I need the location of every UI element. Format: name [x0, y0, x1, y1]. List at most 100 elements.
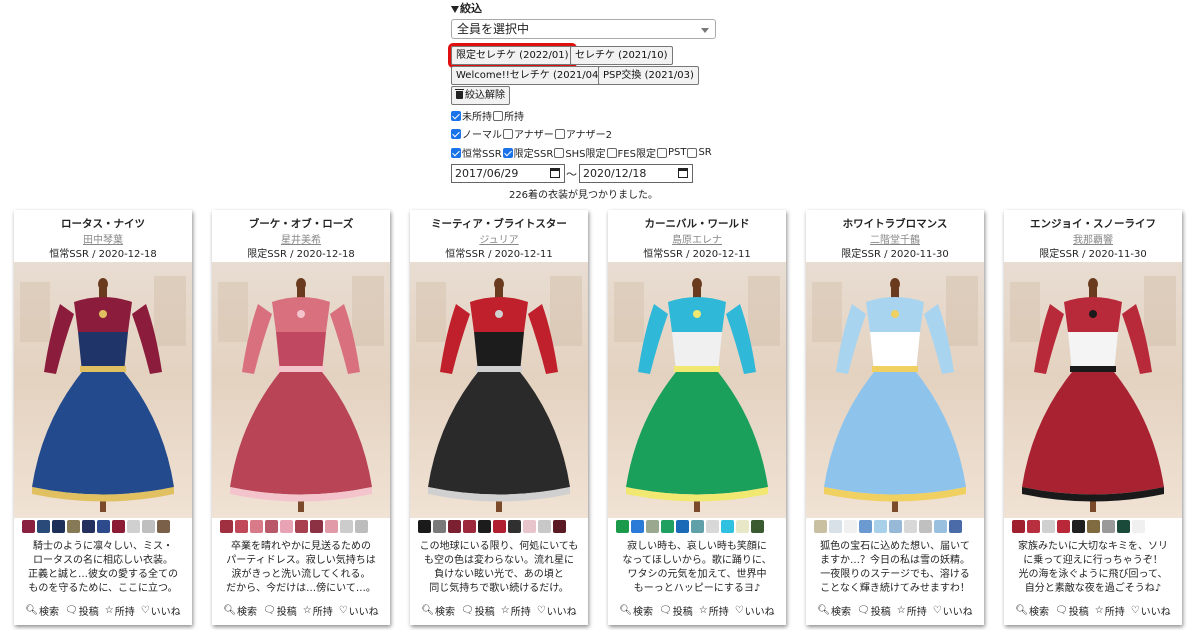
- post-button[interactable]: 🗨︎ 投稿: [1055, 603, 1089, 618]
- checkbox-unowned[interactable]: 未所持: [451, 108, 492, 123]
- rarity-date: 恒常SSR / 2020-12-11: [445, 249, 553, 260]
- rarity-date: 限定SSR / 2020-11-30: [1039, 249, 1147, 260]
- like-button[interactable]: ♡ いいね: [141, 603, 181, 618]
- like-button[interactable]: ♡ いいね: [339, 603, 379, 618]
- star-icon: ☆: [500, 605, 510, 616]
- post-button[interactable]: 🗨︎ 投稿: [857, 603, 891, 618]
- color-swatches: [220, 520, 370, 533]
- costume-image[interactable]: [410, 262, 588, 518]
- checkbox-owned[interactable]: 所持: [493, 108, 524, 123]
- color-swatch: [538, 520, 551, 533]
- search-button[interactable]: 🔍︎ 検索: [421, 603, 455, 618]
- like-button[interactable]: ♡ いいね: [537, 603, 577, 618]
- search-button[interactable]: 🔍︎ 検索: [1015, 603, 1049, 618]
- checkbox-regular-ssr[interactable]: 恒常SSR: [451, 145, 502, 160]
- checkbox-normal[interactable]: ノーマル: [451, 126, 502, 141]
- color-swatch: [859, 520, 872, 533]
- own-button[interactable]: ☆ 所持: [699, 603, 729, 618]
- checkbox-limited-ssr[interactable]: 限定SSR: [502, 145, 553, 160]
- costume-card[interactable]: ホワイトラブロマンス 二階堂千鶴 限定SSR / 2020-11-30 狐色の宝…: [806, 210, 984, 625]
- checkbox-another[interactable]: アナザー: [503, 126, 554, 141]
- checkbox-another2[interactable]: アナザー2: [554, 126, 612, 141]
- color-swatches: [814, 520, 964, 533]
- idol-name-link[interactable]: 星井美希: [212, 231, 390, 246]
- costume-card[interactable]: カーニバル・ワールド 島原エレナ 恒常SSR / 2020-12-11 寂しい時…: [608, 210, 786, 625]
- post-button[interactable]: 🗨︎ 投稿: [65, 603, 99, 618]
- color-swatches: [418, 520, 568, 533]
- idol-name-link[interactable]: 島原エレナ: [608, 231, 786, 246]
- post-button[interactable]: 🗨︎ 投稿: [263, 603, 297, 618]
- costume-image[interactable]: [806, 262, 984, 518]
- post-button[interactable]: 🗨︎ 投稿: [461, 603, 495, 618]
- costume-description-line: 狐色の宝石に込めた想い、届いて: [820, 541, 970, 552]
- costume-image[interactable]: [1004, 262, 1182, 518]
- costume-card[interactable]: ブーケ・オブ・ローズ 星井美希 限定SSR / 2020-12-18 卒業を晴れ…: [212, 210, 390, 625]
- costume-description-line: 騎士のように凛々しい、ミス・: [33, 541, 173, 552]
- color-swatch: [706, 520, 719, 533]
- card-actions: 🔍︎ 検索 🗨︎ 投稿 ☆ 所持 ♡ いいね: [608, 603, 786, 618]
- costume-name: ブーケ・オブ・ローズ: [248, 218, 354, 230]
- costume-description-line: 寂しい時も、哀しい時も笑顔に: [627, 541, 767, 552]
- color-swatch: [112, 520, 125, 533]
- costume-description-line: 同じ気持ちで歌い続けるだけ。: [429, 583, 569, 594]
- heart-icon: ♡: [1130, 605, 1140, 616]
- search-button[interactable]: 🔍︎ 検索: [223, 603, 257, 618]
- checkbox-pst[interactable]: PST: [656, 147, 686, 158]
- checkbox-fes-limited[interactable]: FES限定: [606, 145, 656, 160]
- color-swatch: [553, 520, 566, 533]
- costume-description-line: も空の色は変わらない。流れ星に: [424, 555, 574, 566]
- costume-description-line: 自分と素敵な夜を過ごそうね♪: [1024, 583, 1162, 594]
- color-swatch: [418, 520, 431, 533]
- like-button[interactable]: ♡ いいね: [1131, 603, 1171, 618]
- costume-description: 騎士のように凛々しい、ミス・ ロータスの名に相応しい衣装。 正義と誠と…彼女の愛する…: [14, 540, 192, 596]
- rarity-filter: 恒常SSR 限定SSR SHS限定 FES限定 PST SR: [451, 145, 713, 160]
- checkbox-sr[interactable]: SR: [687, 147, 712, 158]
- costume-image[interactable]: [212, 262, 390, 518]
- calendar-icon[interactable]: [550, 168, 560, 178]
- heart-icon: ♡: [536, 605, 546, 616]
- search-button[interactable]: 🔍︎ 検索: [619, 603, 653, 618]
- color-swatch: [127, 520, 140, 533]
- like-button[interactable]: ♡ いいね: [933, 603, 973, 618]
- date-from-input[interactable]: 2017/06/29: [451, 164, 565, 183]
- gacha-button-welcome-select-ticket[interactable]: Welcome!!セレチケ (2021/04): [451, 66, 608, 85]
- costume-image[interactable]: [608, 262, 786, 518]
- costume-description-line: だから、今だけは…傍にいて…。: [226, 583, 376, 594]
- own-button[interactable]: ☆ 所持: [303, 603, 333, 618]
- idol-name-link[interactable]: 二階堂千鶴: [806, 231, 984, 246]
- color-swatch: [508, 520, 521, 533]
- costume-card[interactable]: エンジョイ・スノーライフ 我那覇響 限定SSR / 2020-11-30 家族み…: [1004, 210, 1182, 625]
- color-swatch: [874, 520, 887, 533]
- like-button[interactable]: ♡ いいね: [735, 603, 775, 618]
- date-to-input[interactable]: 2020/12/18: [579, 164, 693, 183]
- star-icon: ☆: [896, 605, 906, 616]
- gacha-button-limited-select-ticket[interactable]: 限定セレチケ (2022/01): [448, 43, 577, 68]
- color-swatch: [493, 520, 506, 533]
- costume-image[interactable]: [14, 262, 192, 518]
- gacha-button-select-ticket[interactable]: セレチケ (2021/10): [570, 46, 673, 65]
- checkbox-shs-limited[interactable]: SHS限定: [554, 145, 606, 160]
- idol-select[interactable]: 全員を選択中: [451, 19, 716, 39]
- color-swatch: [448, 520, 461, 533]
- heart-icon: ♡: [338, 605, 348, 616]
- color-swatch: [1132, 520, 1145, 533]
- search-button[interactable]: 🔍︎ 検索: [817, 603, 851, 618]
- post-button[interactable]: 🗨︎ 投稿: [659, 603, 693, 618]
- costume-card[interactable]: ロータス・ナイツ 田中琴葉 恒常SSR / 2020-12-18 騎士のように凛…: [14, 210, 192, 625]
- costume-description-line: ことなく輝き続けてみせますわ！: [820, 583, 970, 594]
- own-button[interactable]: ☆ 所持: [501, 603, 531, 618]
- search-icon: 🔍︎: [817, 605, 831, 616]
- star-icon: ☆: [302, 605, 312, 616]
- own-button[interactable]: ☆ 所持: [105, 603, 135, 618]
- gacha-button-psp-exchange[interactable]: PSP交換 (2021/03): [598, 66, 699, 85]
- own-button[interactable]: ☆ 所持: [897, 603, 927, 618]
- idol-name-link[interactable]: ジュリア: [410, 231, 588, 246]
- idol-name-link[interactable]: 我那覇響: [1004, 231, 1182, 246]
- idol-name-link[interactable]: 田中琴葉: [14, 231, 192, 246]
- calendar-icon[interactable]: [678, 168, 688, 178]
- own-button[interactable]: ☆ 所持: [1095, 603, 1125, 618]
- search-button[interactable]: 🔍︎ 検索: [25, 603, 59, 618]
- clear-filter-button[interactable]: 絞込解除: [451, 86, 510, 105]
- costume-card[interactable]: ミーティア・ブライトスター ジュリア 恒常SSR / 2020-12-11 この…: [410, 210, 588, 625]
- color-swatches: [22, 520, 172, 533]
